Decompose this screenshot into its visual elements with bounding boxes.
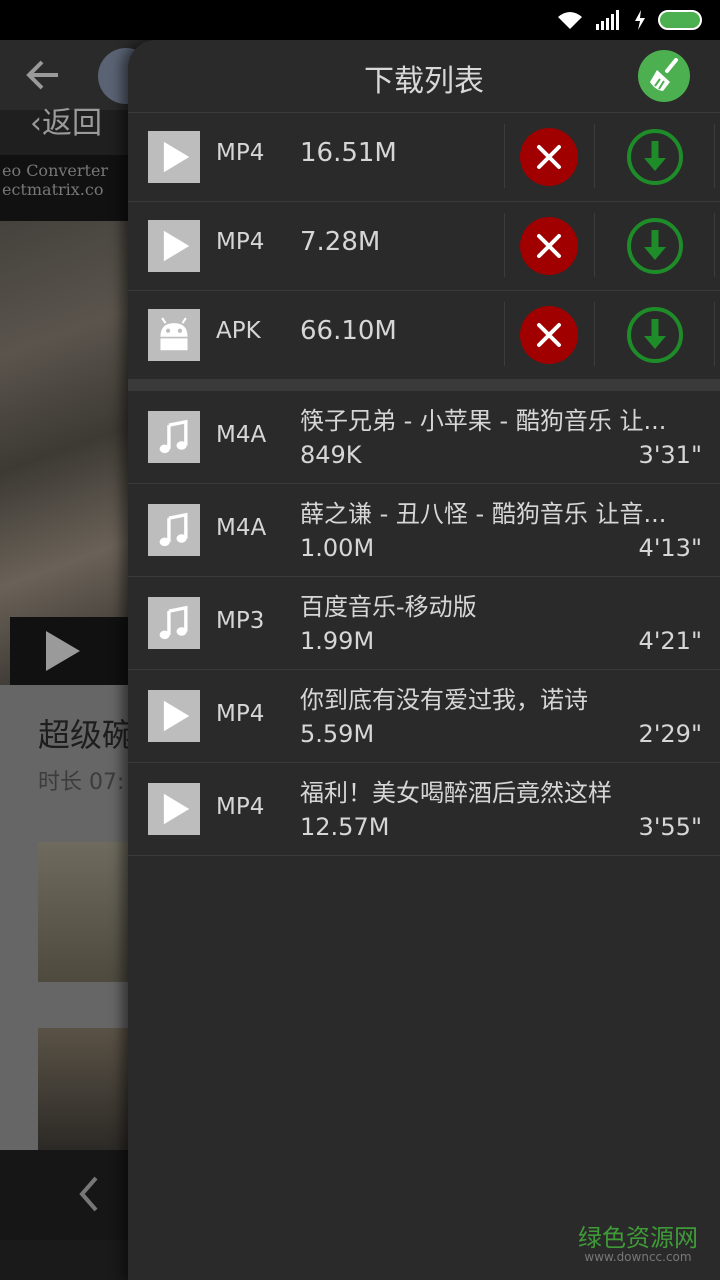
video-duration: 时长 07: [38,770,125,795]
file-size-label: 7.28M [300,227,381,257]
divider [714,124,715,188]
video-icon [148,690,200,742]
nav-back-icon[interactable] [74,1174,104,1214]
related-video-thumbnail[interactable] [38,1028,130,1150]
resume-download-button[interactable] [626,128,684,186]
file-type-label: MP3 [216,608,265,634]
close-icon [537,145,561,169]
file-size-label: 849K [300,441,362,469]
download-arrow-icon [627,218,683,274]
resume-download-button[interactable] [626,217,684,275]
video-icon [148,220,200,272]
downloading-item[interactable]: MP4 7.28M [128,201,720,291]
download-arrow-icon [627,307,683,363]
downloaded-item[interactable]: MP4 你到底有没有爱过我，诺诗 5.59M 2'29" [128,670,720,763]
downloading-item[interactable]: MP4 16.51M [128,112,720,202]
signal-icon [596,10,619,30]
panel-header: 下载列表 [128,40,720,113]
downloading-item[interactable]: APK 66.10M [128,290,720,380]
panel-title: 下载列表 [364,64,484,99]
file-type-label: M4A [216,515,267,541]
video-player[interactable] [0,155,130,685]
file-size-label: 1.99M [300,627,375,655]
file-name-label: 你到底有没有爱过我，诺诗 [300,686,588,714]
status-bar [0,0,720,40]
file-size-label: 1.00M [300,534,375,562]
video-watermark-text: eo Converter ectmatrix.co [0,155,132,221]
music-icon [148,504,200,556]
file-name-label: 百度音乐-移动版 [300,593,477,621]
chevron-left-icon: ‹ [30,106,42,141]
resume-download-button[interactable] [626,306,684,364]
return-link[interactable]: ‹返回 [30,98,102,142]
divider [714,302,715,366]
file-type-label: MP4 [216,701,265,727]
broom-icon [650,58,678,91]
charging-icon [635,10,645,30]
downloaded-item[interactable]: MP3 百度音乐-移动版 1.99M 4'21" [128,577,720,670]
android-icon [148,309,200,361]
video-icon [148,783,200,835]
file-name-label: 福利！美女喝醉酒后竟然这样 [300,779,612,807]
play-icon[interactable] [40,629,84,673]
duration-label: 3'31" [638,441,702,469]
downloaded-item[interactable]: MP4 福利！美女喝醉酒后竟然这样 12.57M 3'55" [128,763,720,856]
duration-label: 3'55" [638,813,702,841]
file-type-label: MP4 [216,794,265,820]
file-name-label: 薛之谦 - 丑八怪 - 酷狗音乐 让音... [300,500,667,528]
duration-label: 2'29" [638,720,702,748]
file-size-label: 66.10M [300,316,397,346]
section-divider [128,379,720,391]
download-list-panel: 下载列表 MP4 16.51M MP4 7.28M APK 66.10M M4A 筷子兄弟 … [128,40,720,1280]
close-icon [537,234,561,258]
divider [504,213,505,277]
video-title: 超级碗 [38,716,135,754]
cancel-download-button[interactable] [520,128,578,186]
divider [504,302,505,366]
video-icon [148,131,200,183]
file-type-label: M4A [216,422,267,448]
video-controls [10,617,130,685]
duration-label: 4'13" [638,534,702,562]
music-icon [148,411,200,463]
file-type-label: APK [216,318,261,344]
file-size-label: 12.57M [300,813,390,841]
file-name-label: 筷子兄弟 - 小苹果 - 酷狗音乐 让... [300,407,667,435]
wifi-icon [558,12,582,29]
downloaded-item[interactable]: M4A 薛之谦 - 丑八怪 - 酷狗音乐 让音... 1.00M 4'13" [128,484,720,577]
clear-list-button[interactable] [638,50,690,102]
divider [594,213,595,277]
cancel-download-button[interactable] [520,217,578,275]
download-arrow-icon [627,129,683,185]
downloaded-item[interactable]: M4A 筷子兄弟 - 小苹果 - 酷狗音乐 让... 849K 3'31" [128,391,720,484]
music-icon [148,597,200,649]
cancel-download-button[interactable] [520,306,578,364]
file-size-label: 16.51M [300,138,397,168]
divider [504,124,505,188]
back-arrow-icon[interactable] [22,54,64,96]
file-size-label: 5.59M [300,720,375,748]
file-type-label: MP4 [216,140,265,166]
divider [594,302,595,366]
battery-icon [658,10,702,30]
file-type-label: MP4 [216,229,265,255]
related-video-thumbnail[interactable] [38,842,130,982]
close-icon [537,323,561,347]
divider [594,124,595,188]
site-watermark: 绿色资源网 www.downcc.com [578,1224,698,1264]
divider [714,213,715,277]
duration-label: 4'21" [638,627,702,655]
